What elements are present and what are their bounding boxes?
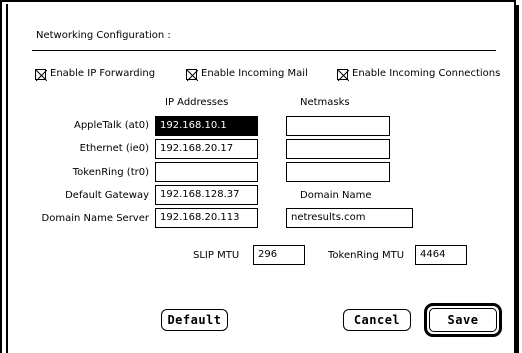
- tokenring-mtu-label: TokenRing MTU: [328, 250, 405, 261]
- tokenring-mtu-field[interactable]: 4464: [415, 245, 467, 265]
- panel-title: Networking Configuration :: [36, 30, 171, 41]
- row-label-appletalk: AppleTalk (at0): [73, 120, 149, 131]
- ip-field-tokenring[interactable]: [155, 162, 258, 182]
- title-divider: [32, 50, 496, 51]
- ip-field-default-gateway[interactable]: 192.168.128.37: [155, 185, 258, 205]
- slip-mtu-field[interactable]: 296: [253, 245, 305, 265]
- netmask-field-appletalk[interactable]: [286, 116, 390, 136]
- save-button[interactable]: Save: [424, 303, 502, 337]
- checkbox-label: Enable Incoming Connections: [352, 68, 501, 79]
- checkbox-checked-icon[interactable]: [337, 68, 349, 81]
- ip-field-dns[interactable]: 192.168.20.113: [155, 208, 258, 228]
- checkbox-incoming-mail[interactable]: Enable Incoming Mail: [186, 68, 308, 81]
- save-button-label: Save: [447, 313, 479, 327]
- domain-name-field[interactable]: netresults.com: [286, 208, 413, 228]
- netmask-field-ethernet[interactable]: [286, 139, 390, 159]
- netmask-field-tokenring[interactable]: [286, 162, 390, 182]
- checkbox-checked-icon[interactable]: [35, 68, 47, 81]
- row-label-default-gateway: Default Gateway: [65, 190, 149, 201]
- column-header-ip: IP Addresses: [165, 97, 229, 108]
- slip-mtu-label: SLIP MTU: [193, 250, 240, 261]
- default-button[interactable]: Default: [161, 309, 228, 331]
- default-button-label: Default: [167, 313, 222, 327]
- row-label-dns: Domain Name Server: [41, 213, 149, 224]
- cancel-button[interactable]: Cancel: [343, 309, 411, 331]
- checkbox-ip-forwarding[interactable]: Enable IP Forwarding: [35, 68, 156, 81]
- checkbox-incoming-connections[interactable]: Enable Incoming Connections: [337, 68, 501, 81]
- row-label-tokenring: TokenRing (tr0): [72, 167, 149, 178]
- checkbox-checked-icon[interactable]: [186, 68, 198, 81]
- dialog-shadow: [516, 5, 519, 353]
- cancel-button-label: Cancel: [353, 313, 401, 327]
- ip-field-ethernet[interactable]: 192.168.20.17: [155, 139, 258, 159]
- ip-field-appletalk[interactable]: 192.168.10.1: [155, 116, 258, 136]
- checkbox-label: Enable Incoming Mail: [201, 68, 308, 79]
- column-header-netmask: Netmasks: [300, 97, 350, 108]
- save-button-inner[interactable]: Save: [429, 308, 497, 332]
- checkbox-label: Enable IP Forwarding: [50, 68, 156, 79]
- row-label-ethernet: Ethernet (ie0): [79, 143, 149, 154]
- domain-name-label: Domain Name: [300, 190, 372, 201]
